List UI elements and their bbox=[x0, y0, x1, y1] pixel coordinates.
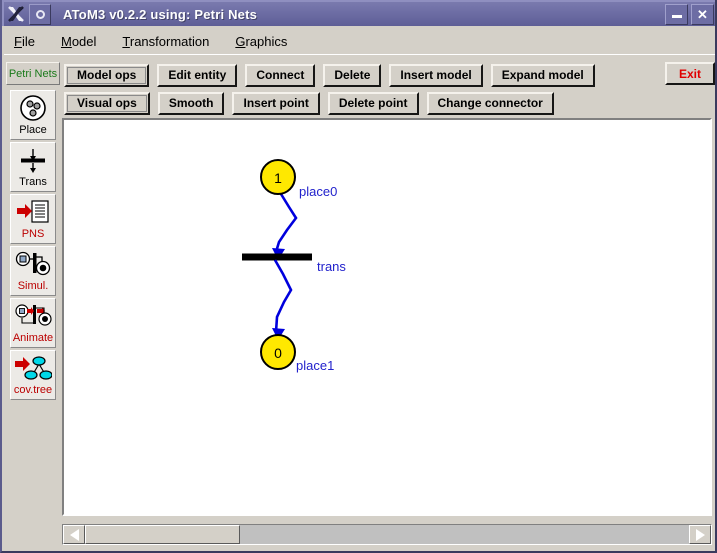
menu-label: ransformation bbox=[130, 34, 209, 49]
menu-item-model[interactable]: Model bbox=[61, 34, 96, 49]
palette-item-cov-tree[interactable]: cov.tree bbox=[10, 350, 56, 400]
palette-item-place[interactable]: Place bbox=[10, 90, 56, 140]
title-bar: AToM3 v0.2.2 using: Petri Nets ✕ bbox=[2, 0, 717, 26]
arc-place0-to-trans[interactable] bbox=[276, 194, 296, 258]
petri-net-to-statechart-icon bbox=[15, 197, 51, 227]
palette-item-trans[interactable]: Trans bbox=[10, 142, 56, 192]
scroll-left-icon[interactable] bbox=[63, 525, 85, 544]
button-edit-entity[interactable]: Edit entity bbox=[157, 64, 237, 87]
palette-label: Place bbox=[19, 124, 47, 136]
place-circle-tokens-icon bbox=[19, 93, 47, 123]
menu-mnemonic: F bbox=[14, 34, 22, 49]
palette-item-simul[interactable]: Simul. bbox=[10, 246, 56, 296]
scroll-left-triangle bbox=[70, 529, 79, 541]
model-canvas[interactable]: 1 place0 trans 0 place1 bbox=[62, 118, 712, 516]
palette-label: cov.tree bbox=[14, 384, 52, 396]
palette-label: Animate bbox=[13, 332, 53, 344]
button-insert-model[interactable]: Insert model bbox=[389, 64, 482, 87]
window-title: AToM3 v0.2.2 using: Petri Nets bbox=[63, 7, 257, 22]
menu-mnemonic: T bbox=[122, 34, 129, 49]
scroll-right-triangle bbox=[696, 529, 705, 541]
button-expand-model[interactable]: Expand model bbox=[491, 64, 595, 87]
simulate-icon bbox=[15, 249, 51, 279]
button-exit[interactable]: Exit bbox=[665, 62, 715, 85]
button-model-ops[interactable]: Model ops bbox=[64, 64, 149, 87]
place0-token-count: 1 bbox=[274, 170, 282, 186]
menu-label: ile bbox=[22, 34, 35, 49]
x11-logo-icon bbox=[6, 4, 28, 24]
scroll-right-icon[interactable] bbox=[689, 525, 711, 544]
button-connect[interactable]: Connect bbox=[245, 64, 315, 87]
menu-label: raphics bbox=[245, 34, 287, 49]
atom3-window: AToM3 v0.2.2 using: Petri Nets ✕ File Mo… bbox=[0, 0, 717, 553]
button-insert-point[interactable]: Insert point bbox=[232, 92, 319, 115]
transition-label: trans bbox=[317, 259, 346, 274]
palette-label: PNS bbox=[22, 228, 45, 240]
menu-mnemonic: M bbox=[61, 34, 72, 49]
button-delete-point[interactable]: Delete point bbox=[328, 92, 419, 115]
close-button[interactable]: ✕ bbox=[691, 4, 714, 25]
palette-label: Simul. bbox=[18, 280, 49, 292]
button-delete[interactable]: Delete bbox=[323, 64, 381, 87]
window-menu-circle bbox=[36, 10, 45, 19]
animate-icon bbox=[13, 301, 53, 331]
menu-item-transformation[interactable]: Transformation bbox=[122, 34, 209, 49]
palette-item-pns[interactable]: PNS bbox=[10, 194, 56, 244]
horizontal-scrollbar[interactable] bbox=[62, 524, 712, 545]
menu-bar: File Model Transformation Graphics bbox=[4, 28, 717, 55]
minimize-icon bbox=[672, 15, 682, 18]
place1-label: place1 bbox=[296, 358, 334, 373]
entity-palette-sidebar: Place Trans bbox=[6, 90, 58, 513]
window-controls: ✕ bbox=[662, 4, 714, 25]
scrollbar-thumb[interactable] bbox=[85, 525, 240, 544]
palette-label: Trans bbox=[19, 176, 47, 188]
button-visual-ops[interactable]: Visual ops bbox=[64, 92, 150, 115]
menu-item-file[interactable]: File bbox=[14, 34, 35, 49]
toolbar-row-visual-ops: Visual ops Smooth Insert point Delete po… bbox=[64, 90, 562, 116]
scrollbar-track[interactable] bbox=[85, 525, 689, 544]
arc-trans-to-place1[interactable] bbox=[275, 260, 291, 340]
menu-label: odel bbox=[72, 34, 97, 49]
toolbar-row-model-ops: Model ops Edit entity Connect Delete Ins… bbox=[64, 62, 603, 88]
window-menu-icon[interactable] bbox=[29, 4, 51, 25]
place1-token-count: 0 bbox=[274, 345, 282, 361]
menu-mnemonic: G bbox=[235, 34, 245, 49]
menu-item-graphics[interactable]: Graphics bbox=[235, 34, 287, 49]
button-change-connector[interactable]: Change connector bbox=[427, 92, 554, 115]
button-smooth[interactable]: Smooth bbox=[158, 92, 225, 115]
place0-label: place0 bbox=[299, 184, 337, 199]
transition-bar-icon bbox=[17, 145, 49, 175]
petri-net-drawing: 1 place0 trans 0 place1 bbox=[64, 120, 710, 514]
palette-item-animate[interactable]: Animate bbox=[10, 298, 56, 348]
minimize-button[interactable] bbox=[665, 4, 688, 25]
formalism-label: Petri Nets bbox=[6, 62, 60, 85]
transition-bar[interactable] bbox=[242, 254, 312, 261]
coverability-tree-icon bbox=[14, 353, 52, 383]
